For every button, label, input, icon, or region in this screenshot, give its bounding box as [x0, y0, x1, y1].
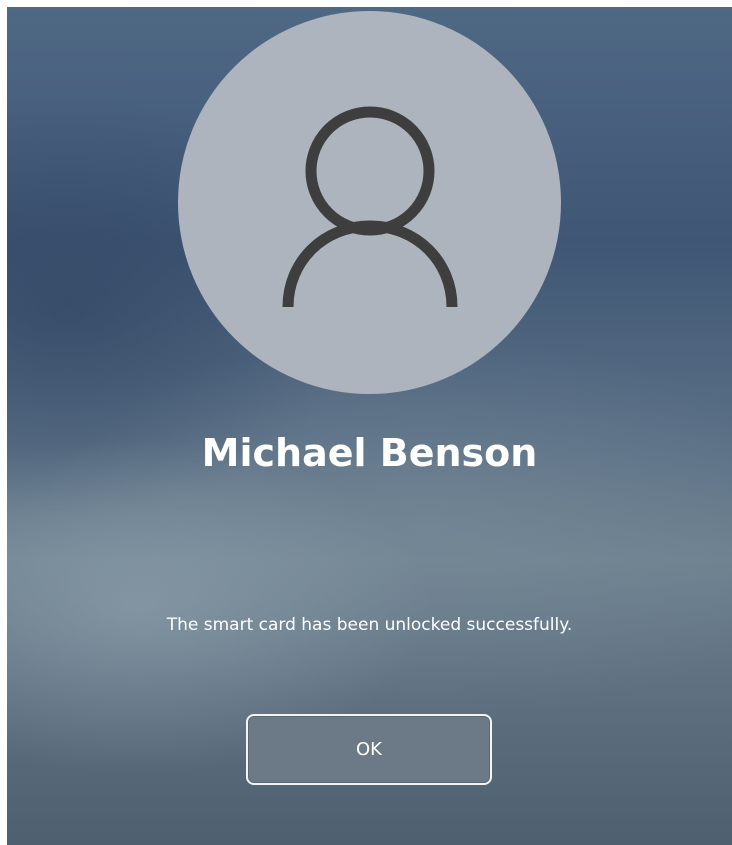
- user-avatar: [178, 11, 561, 394]
- ok-button-label: OK: [356, 739, 382, 760]
- person-icon: [282, 106, 458, 308]
- lock-screen-dialog: Michael Benson The smart card has been u…: [7, 7, 732, 845]
- status-message: The smart card has been unlocked success…: [166, 615, 573, 635]
- ok-button[interactable]: OK: [246, 714, 492, 785]
- user-name: Michael Benson: [201, 431, 538, 475]
